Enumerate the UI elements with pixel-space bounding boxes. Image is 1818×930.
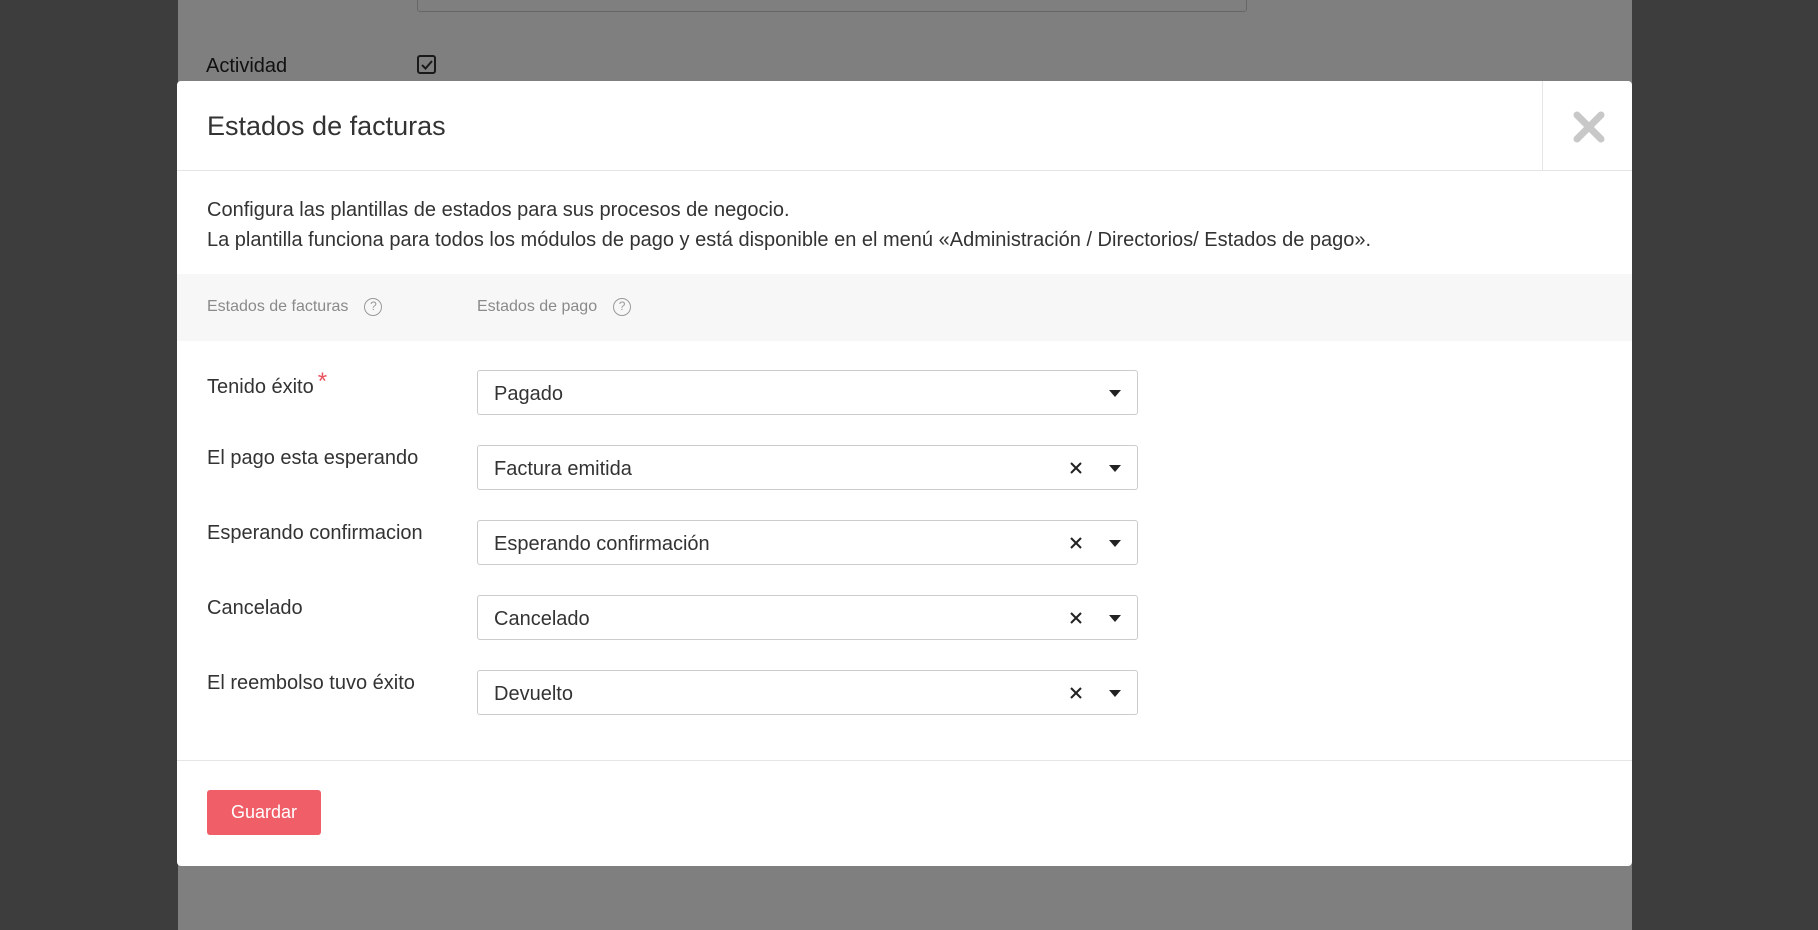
- select-value: Factura emitida: [494, 458, 632, 480]
- save-button[interactable]: Guardar: [207, 790, 321, 835]
- state-label: Tenido éxito *: [207, 368, 327, 400]
- intro-line-2: La plantilla funciona para todos los mód…: [207, 229, 1372, 251]
- payment-state-select[interactable]: Factura emitida: [477, 445, 1138, 490]
- clear-icon[interactable]: [1067, 459, 1085, 477]
- modal-header: Estados de facturas: [177, 81, 1632, 171]
- clear-icon[interactable]: [1067, 609, 1085, 627]
- clear-icon[interactable]: [1067, 684, 1085, 702]
- payment-state-select[interactable]: Cancelado: [477, 595, 1138, 640]
- select-value: Esperando confirmación: [494, 533, 710, 555]
- clear-icon[interactable]: [1067, 534, 1085, 552]
- column-invoice-states-label: Estados de facturas: [207, 298, 349, 315]
- select-value: Pagado: [494, 383, 563, 405]
- state-label-text: Tenido éxito: [207, 376, 314, 398]
- required-mark: *: [317, 368, 328, 395]
- state-row: Esperando confirmacion Esperando confirm…: [177, 520, 1632, 566]
- chevron-down-icon[interactable]: [1109, 465, 1121, 472]
- select-value: Cancelado: [494, 608, 590, 630]
- modal-title: Estados de facturas: [207, 111, 446, 141]
- modal-footer: Guardar: [177, 760, 1632, 866]
- chevron-down-icon[interactable]: [1109, 540, 1121, 547]
- state-label: Esperando confirmacion: [207, 522, 423, 544]
- column-invoice-states: Estados de facturas ?: [207, 298, 383, 316]
- modal-intro: Configura las plantillas de estados para…: [207, 195, 1371, 255]
- close-button[interactable]: [1542, 81, 1632, 171]
- state-label: El reembolso tuvo éxito: [207, 672, 415, 694]
- state-label: El pago esta esperando: [207, 447, 419, 469]
- state-row: El pago esta esperando Factura emitida: [177, 445, 1632, 491]
- payment-state-select[interactable]: Esperando confirmación: [477, 520, 1138, 565]
- column-payment-states-label: Estados de pago: [477, 298, 598, 315]
- column-header: Estados de facturas ? Estados de pago ?: [177, 274, 1632, 341]
- chevron-down-icon[interactable]: [1109, 690, 1121, 697]
- intro-line-1: Configura las plantillas de estados para…: [207, 199, 790, 221]
- payment-state-select[interactable]: Pagado: [477, 370, 1138, 415]
- close-icon: [1573, 111, 1605, 143]
- help-icon[interactable]: ?: [364, 298, 383, 316]
- column-payment-states: Estados de pago ?: [477, 298, 632, 316]
- state-row: Tenido éxito * Pagado: [177, 368, 1632, 416]
- chevron-down-icon[interactable]: [1109, 615, 1121, 622]
- invoice-states-modal: Estados de facturas Configura las planti…: [177, 81, 1632, 866]
- payment-state-select[interactable]: Devuelto: [477, 670, 1138, 715]
- chevron-down-icon[interactable]: [1109, 390, 1121, 397]
- state-row: El reembolso tuvo éxito Devuelto: [177, 670, 1632, 716]
- state-label: Cancelado: [207, 597, 303, 619]
- help-icon[interactable]: ?: [613, 298, 632, 316]
- state-row: Cancelado Cancelado: [177, 595, 1632, 641]
- select-value: Devuelto: [494, 683, 573, 705]
